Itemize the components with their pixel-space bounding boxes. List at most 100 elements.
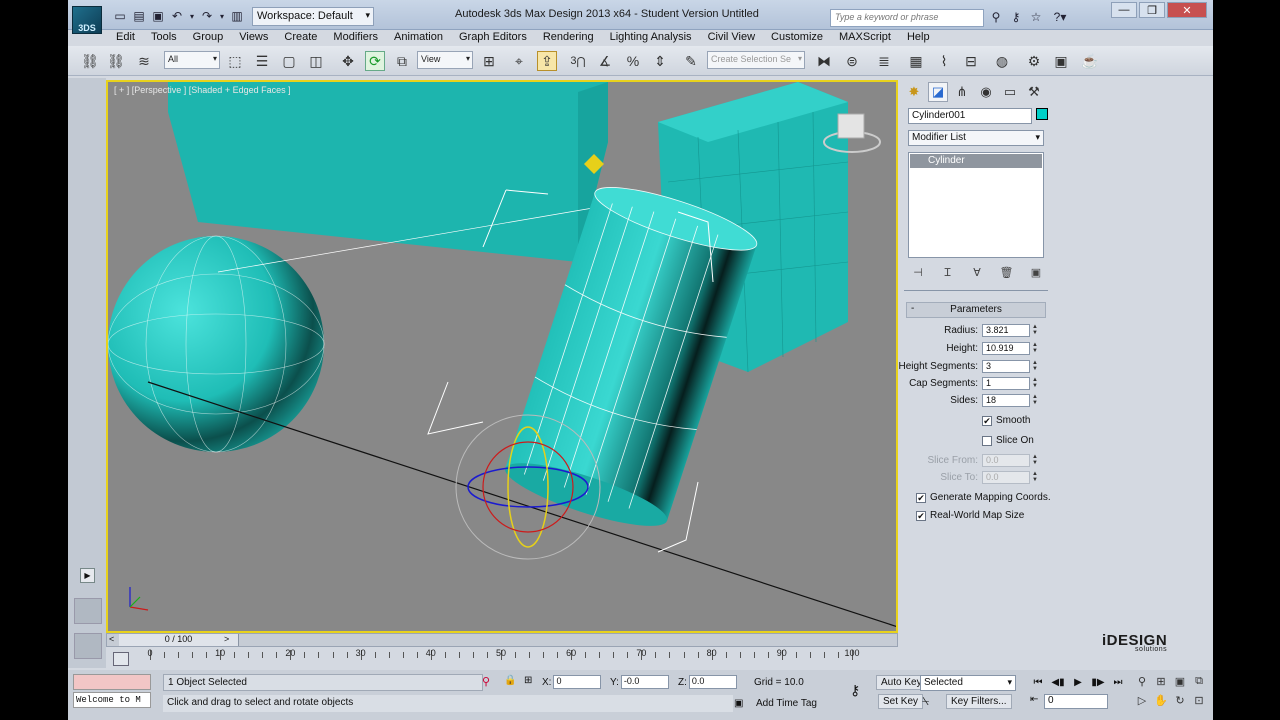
reference-coordinate-dropdown[interactable]: View: [417, 51, 473, 69]
render-setup-icon[interactable]: ⚙: [1024, 51, 1044, 71]
x-input[interactable]: 0: [553, 675, 602, 689]
render-production-icon[interactable]: ☕: [1080, 51, 1100, 71]
window-crossing-icon[interactable]: ◫: [306, 51, 326, 71]
cap-segments-spinner-icon[interactable]: ▲ ▼: [1031, 377, 1039, 390]
key-mode-icon[interactable]: ⇤: [1030, 694, 1038, 705]
sides-input[interactable]: 18: [982, 394, 1030, 407]
go-to-start-icon[interactable]: ⏮: [1030, 675, 1046, 689]
height-segments-spinner-icon[interactable]: ▲ ▼: [1031, 360, 1039, 373]
project-folder-icon[interactable]: ▥: [229, 8, 245, 24]
sphere[interactable]: [108, 236, 324, 452]
redo-icon[interactable]: ↷: [199, 8, 215, 24]
slice-on-checkbox[interactable]: Slice On: [982, 435, 1034, 446]
menu-animation[interactable]: Animation: [386, 30, 451, 46]
modify-tab-icon[interactable]: ◪: [928, 82, 948, 102]
radius-spinner-icon[interactable]: ▲ ▼: [1031, 324, 1039, 337]
snaps-toggle-icon[interactable]: 3 ⋂: [568, 51, 588, 71]
mini-curve-editor-icon[interactable]: [113, 652, 129, 666]
previous-frame-icon[interactable]: ◀▮: [1050, 675, 1066, 689]
maximize-viewport-icon[interactable]: ⊡: [1191, 692, 1207, 708]
help-icon[interactable]: ?▾: [1048, 9, 1072, 25]
motion-tab-icon[interactable]: ◉: [976, 82, 996, 102]
undo-dropdown-icon[interactable]: ▾: [188, 8, 196, 24]
bind-space-warp-icon[interactable]: ≋: [134, 51, 154, 71]
mirror-icon[interactable]: ⧓: [814, 51, 834, 71]
menu-group[interactable]: Group: [185, 30, 232, 46]
new-file-icon[interactable]: ▭: [112, 8, 128, 24]
selection-lock-icon[interactable]: 🔒: [504, 675, 516, 686]
star-icon[interactable]: ☆: [1028, 9, 1044, 25]
menu-create[interactable]: Create: [276, 30, 325, 46]
next-frame-icon[interactable]: ▮▶: [1090, 675, 1106, 689]
menu-civil-view[interactable]: Civil View: [700, 30, 763, 46]
select-and-link-icon[interactable]: ⛓: [80, 51, 100, 71]
binoculars-icon[interactable]: ⚲: [988, 9, 1004, 25]
set-key-mode-icon[interactable]: ⚷: [850, 682, 860, 699]
smooth-checkbox[interactable]: ✔ Smooth: [982, 415, 1030, 426]
play-icon[interactable]: ▶: [1070, 675, 1086, 689]
key-filters-button[interactable]: Key Filters...: [946, 694, 1012, 709]
modifier-list-dropdown[interactable]: Modifier List: [908, 130, 1044, 146]
utilities-tab-icon[interactable]: ⚒: [1024, 82, 1044, 102]
current-frame-input[interactable]: 0: [1044, 694, 1108, 709]
perspective-viewport[interactable]: [ + ] [Perspective ] [Shaded + Edged Fac…: [106, 80, 898, 633]
select-manipulate-icon[interactable]: ⌖: [509, 51, 529, 71]
select-and-rotate-icon[interactable]: ⟳: [365, 51, 385, 71]
time-slider[interactable]: < 0 / 100 >: [106, 633, 898, 647]
menu-views[interactable]: Views: [231, 30, 276, 46]
redo-dropdown-icon[interactable]: ▾: [218, 8, 226, 24]
rendered-frame-window-icon[interactable]: ▣: [1051, 51, 1071, 71]
slice-from-spinner-icon[interactable]: ▲ ▼: [1031, 454, 1039, 467]
key-mode-toggle-icon[interactable]: ⍀: [922, 694, 929, 709]
set-key-button[interactable]: Set Key: [878, 694, 924, 709]
select-object-icon[interactable]: ⬚: [225, 51, 245, 71]
track-bar[interactable]: 0 10 20 30 40 50 60 70 80 90 100: [147, 648, 860, 670]
auto-key-button[interactable]: Auto Key: [876, 675, 927, 690]
menu-graph-editors[interactable]: Graph Editors: [451, 30, 535, 46]
maximize-icon[interactable]: ❐: [1139, 2, 1165, 18]
named-selection-set-dropdown[interactable]: Create Selection Se: [707, 51, 805, 69]
go-to-end-icon[interactable]: ⏭: [1110, 675, 1126, 689]
save-icon[interactable]: ▣: [150, 8, 166, 24]
layer-manager-icon[interactable]: ≣: [874, 51, 894, 71]
sides-spinner-icon[interactable]: ▲ ▼: [1031, 394, 1039, 407]
pivot-center-icon[interactable]: ⊞: [479, 51, 499, 71]
zoom-icon[interactable]: ⚲: [1134, 673, 1150, 689]
y-input[interactable]: -0.0: [620, 675, 669, 689]
display-tab-icon[interactable]: ▭: [1000, 82, 1020, 102]
slice-to-input[interactable]: 0.0: [982, 471, 1030, 484]
height-input[interactable]: 10.919: [982, 342, 1030, 355]
time-tag-icon[interactable]: ▣: [734, 698, 743, 709]
spinner-snap-icon[interactable]: ⇕: [650, 51, 670, 71]
cap-segments-input[interactable]: 1: [982, 377, 1030, 390]
prev-frame-arrow-icon[interactable]: <: [109, 634, 114, 644]
zoom-extents-icon[interactable]: ▣: [1172, 673, 1188, 689]
isolate-selection-icon[interactable]: ⚲: [482, 675, 490, 688]
menu-lighting-analysis[interactable]: Lighting Analysis: [602, 30, 700, 46]
remove-modifier-icon[interactable]: 🗑: [999, 264, 1015, 280]
edit-named-selection-icon[interactable]: ✎: [681, 51, 701, 71]
menu-modifiers[interactable]: Modifiers: [325, 30, 386, 46]
unlink-icon[interactable]: ⛓: [106, 51, 126, 71]
curve-editor-icon[interactable]: ⌇: [934, 51, 954, 71]
field-of-view-icon[interactable]: ▷: [1134, 692, 1150, 708]
minimize-icon[interactable]: —: [1111, 2, 1137, 18]
height-spinner-icon[interactable]: ▲ ▼: [1031, 342, 1039, 355]
menu-rendering[interactable]: Rendering: [535, 30, 602, 46]
create-tab-icon[interactable]: ✸: [904, 82, 924, 102]
add-time-tag[interactable]: Add Time Tag: [756, 698, 817, 709]
real-world-map-checkbox[interactable]: ✔ Real-World Map Size: [916, 510, 1024, 521]
key-mode-dropdown[interactable]: Selected: [920, 675, 1016, 691]
orbit-icon[interactable]: ↻: [1172, 692, 1188, 708]
menu-help[interactable]: Help: [899, 30, 938, 46]
absolute-transform-icon[interactable]: ⊞: [524, 675, 532, 686]
viewport-layout-icon[interactable]: [74, 598, 102, 624]
select-and-scale-icon[interactable]: ⧉: [392, 51, 412, 71]
close-icon[interactable]: ✕: [1167, 2, 1207, 18]
stack-item-cylinder[interactable]: Cylinder: [910, 154, 1042, 168]
key-icon[interactable]: ⚷: [1008, 9, 1024, 25]
percent-snap-icon[interactable]: %: [623, 51, 643, 71]
generate-mapping-checkbox[interactable]: ✔ Generate Mapping Coords.: [916, 492, 1051, 503]
viewport-grid-icon[interactable]: [74, 633, 102, 659]
workspace-dropdown[interactable]: Workspace: Default: [252, 7, 374, 26]
